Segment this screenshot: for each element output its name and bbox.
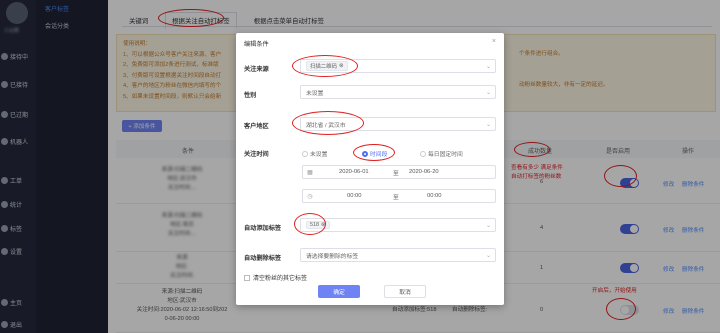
remove-tag-placeholder: 请选择要删除的标签 xyxy=(306,253,359,260)
date-separator: 至 xyxy=(393,170,399,177)
time-separator: 至 xyxy=(393,194,399,201)
radio-dot xyxy=(302,150,308,157)
radio-unset[interactable]: 未设置 xyxy=(302,149,327,158)
chevron-down-icon: ⌄ xyxy=(485,223,491,229)
checkbox-box[interactable] xyxy=(244,274,250,281)
clear-other-tags-checkbox[interactable]: 清空粉丝的其它标签 xyxy=(244,273,307,282)
add-tag-select[interactable]: 518 ⊗ ⌄ xyxy=(300,218,496,232)
time-end[interactable]: 00:00 xyxy=(427,193,442,199)
gender-label: 性别 xyxy=(244,92,257,99)
date-range-input[interactable]: ▦ 2020-06-01 至 2020-06-20 xyxy=(302,165,496,179)
follow-time-label: 关注时间 xyxy=(244,151,269,158)
add-tag-label: 自动添加标签 xyxy=(244,225,282,232)
date-start[interactable]: 2020-06-01 xyxy=(339,169,369,175)
remove-tag-label: 自动删除标签 xyxy=(244,255,282,262)
region-label: 客户地区 xyxy=(244,123,269,130)
clock-icon: ◷ xyxy=(307,193,313,200)
time-range-input[interactable]: ◷ 00:00 至 00:00 xyxy=(302,189,496,203)
dialog-title: 编辑条件 xyxy=(244,41,269,48)
remove-tag-select[interactable]: 请选择要删除的标签 ⌄ xyxy=(300,248,496,262)
gender-select[interactable]: 未设置 ⌄ xyxy=(300,85,496,99)
annotation-tag-circle xyxy=(294,213,326,235)
annotation-region-circle xyxy=(292,111,364,135)
time-start[interactable]: 00:00 xyxy=(347,193,362,199)
date-end[interactable]: 2020-06-20 xyxy=(409,169,439,175)
gender-placeholder: 未设置 xyxy=(306,90,324,97)
chevron-down-icon: ⌄ xyxy=(485,122,491,128)
edit-condition-dialog: 编辑条件 × 关注来源 扫描二维码 ⊗ ⌄ 性别 未设置 ⌄ 客户地区 湖北省 /… xyxy=(236,33,504,305)
cancel-button[interactable]: 取消 xyxy=(384,285,426,298)
annotation-time-range-circle xyxy=(353,144,395,161)
close-icon[interactable]: × xyxy=(492,38,496,45)
clear-other-tags-label: 清空粉丝的其它标签 xyxy=(253,276,308,282)
calendar-icon: ▦ xyxy=(307,169,313,176)
chevron-down-icon: ⌄ xyxy=(485,64,491,70)
radio-daily-fixed[interactable]: 每日固定时间 xyxy=(420,149,463,158)
radio-dot xyxy=(420,150,426,157)
confirm-button[interactable]: 确定 xyxy=(318,285,360,298)
source-label: 关注来源 xyxy=(244,66,269,73)
chevron-down-icon: ⌄ xyxy=(485,90,491,96)
annotation-source-circle xyxy=(292,55,358,77)
chevron-down-icon: ⌄ xyxy=(485,253,491,259)
